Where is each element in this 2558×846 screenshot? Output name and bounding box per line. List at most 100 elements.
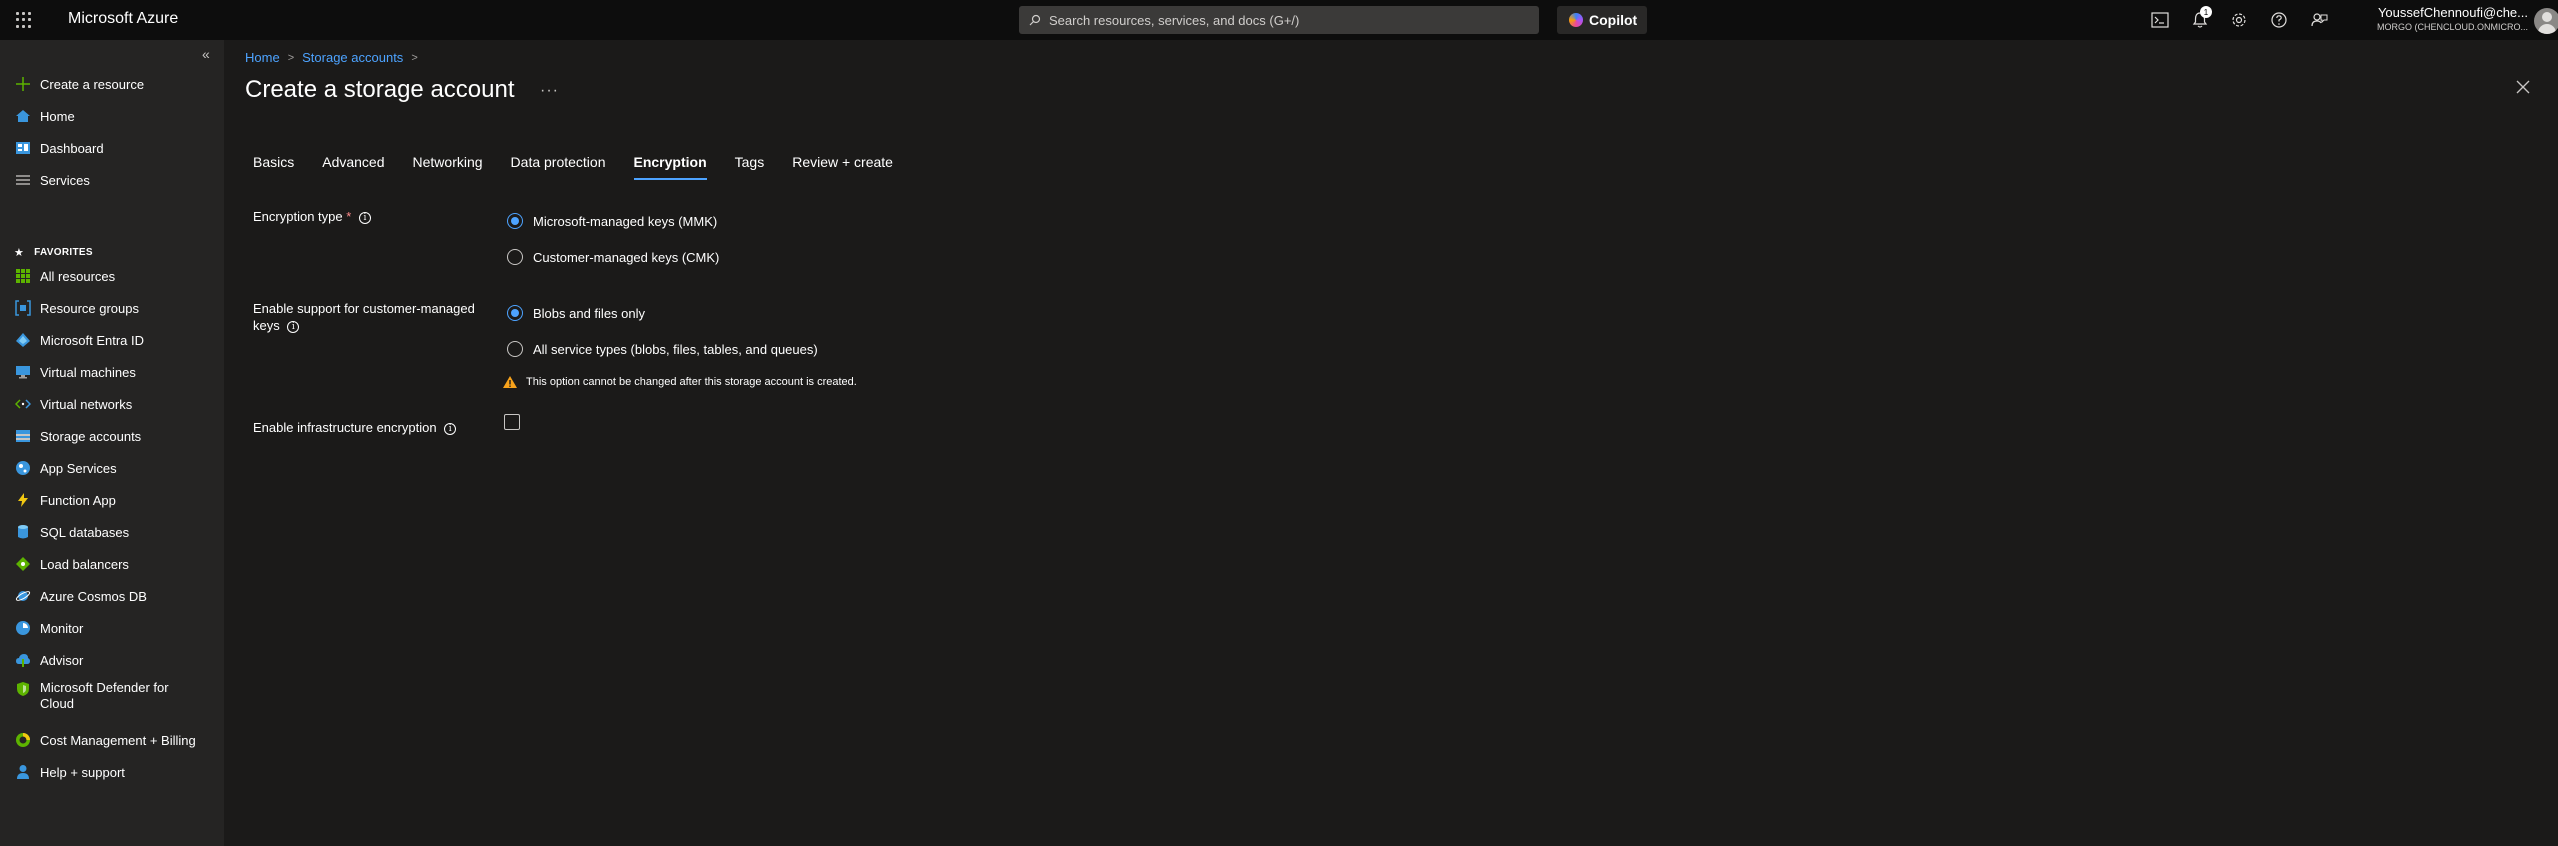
sidebar-item-function-app[interactable]: Function App xyxy=(0,484,224,516)
breadcrumb-home-link[interactable]: Home xyxy=(245,50,280,65)
app-launcher-icon[interactable] xyxy=(16,12,32,28)
defender-icon xyxy=(14,680,32,698)
sql-databases-icon xyxy=(14,523,32,541)
sidebar-item-monitor[interactable]: Monitor xyxy=(0,612,224,644)
radio-button-selected[interactable] xyxy=(507,305,523,321)
chevron-right-icon: > xyxy=(411,51,418,64)
sidebar-item-storage-accounts[interactable]: Storage accounts xyxy=(0,420,224,452)
sidebar-item-create-resource[interactable]: Create a resource xyxy=(0,68,224,100)
tab-data-protection[interactable]: Data protection xyxy=(503,150,614,182)
tab-review-create[interactable]: Review + create xyxy=(784,150,901,182)
tab-tags[interactable]: Tags xyxy=(727,150,773,182)
sidebar-item-label: Microsoft Entra ID xyxy=(40,332,145,348)
warning-text: This option cannot be changed after this… xyxy=(526,376,857,388)
sidebar-item-help-support[interactable]: Help + support xyxy=(0,756,224,788)
sidebar-item-label: Microsoft Defender for Cloud xyxy=(40,680,169,711)
cmk-support-label-line1: Enable support for customer-managed xyxy=(253,301,475,316)
info-icon[interactable]: i xyxy=(444,422,457,435)
main-content: Home > Storage accounts > Create a stora… xyxy=(224,40,2558,846)
radio-all-services-label: All service types (blobs, files, tables,… xyxy=(533,341,818,357)
radio-button[interactable] xyxy=(507,249,523,265)
sidebar-item-resource-groups[interactable]: Resource groups xyxy=(0,292,224,324)
copilot-button[interactable]: Copilot xyxy=(1557,6,1647,34)
sidebar-item-load-balancers[interactable]: Load balancers xyxy=(0,548,224,580)
sidebar-item-defender[interactable]: Microsoft Defender for Cloud xyxy=(0,676,224,716)
virtual-networks-icon xyxy=(14,395,32,413)
sidebar-item-label: Load balancers xyxy=(40,556,129,572)
sidebar-item-app-services[interactable]: App Services xyxy=(0,452,224,484)
radio-blobs-files-label: Blobs and files only xyxy=(533,305,646,321)
sidebar-item-sql-databases[interactable]: SQL databases xyxy=(0,516,224,548)
breadcrumb: Home > Storage accounts > xyxy=(245,50,426,65)
radio-cmk-label: Customer-managed keys (CMK) xyxy=(533,249,720,265)
copilot-label: Copilot xyxy=(1589,12,1638,28)
encryption-type-label: Encryption type * i xyxy=(253,208,371,225)
info-icon[interactable]: i xyxy=(287,320,300,333)
load-balancers-icon xyxy=(14,555,32,573)
breadcrumb-storage-accounts-link[interactable]: Storage accounts xyxy=(302,50,403,65)
tab-advanced[interactable]: Advanced xyxy=(314,150,392,182)
account-tenant: MORGO (CHENCLOUD.ONMICRO... xyxy=(2376,22,2528,32)
sidebar-item-home[interactable]: Home xyxy=(0,100,224,132)
close-icon[interactable] xyxy=(2516,80,2536,100)
monitor-icon xyxy=(14,619,32,637)
sidebar-item-cosmos-db[interactable]: Azure Cosmos DB xyxy=(0,580,224,612)
sidebar-item-label: Resource groups xyxy=(40,300,139,316)
settings-gear-icon[interactable] xyxy=(2229,10,2249,30)
tab-basics[interactable]: Basics xyxy=(245,150,302,182)
tab-encryption[interactable]: Encryption xyxy=(626,150,715,182)
info-icon[interactable]: i xyxy=(358,211,371,224)
feedback-icon[interactable] xyxy=(2309,10,2329,30)
avatar[interactable] xyxy=(2534,8,2558,34)
radio-all-service-types[interactable]: All service types (blobs, files, tables,… xyxy=(507,341,818,357)
cmk-support-label: Enable support for customer-managed keys… xyxy=(253,300,475,334)
sidebar-item-cost-management[interactable]: Cost Management + Billing xyxy=(0,724,224,756)
account-menu[interactable]: YoussefChennoufi@che... MORGO (CHENCLOUD… xyxy=(2360,6,2528,32)
portal-brand[interactable]: Microsoft Azure xyxy=(68,10,178,28)
sidebar-item-label: Help + support xyxy=(40,764,125,780)
favorites-heading: ★ FAVORITES xyxy=(14,246,93,259)
search-icon xyxy=(1029,14,1041,26)
radio-button-selected[interactable] xyxy=(507,213,523,229)
radio-mmk-label: Microsoft-managed keys (MMK) xyxy=(533,213,718,229)
sidebar-item-entra-id[interactable]: Microsoft Entra ID xyxy=(0,324,224,356)
cosmos-db-icon xyxy=(14,587,32,605)
services-list-icon xyxy=(14,171,32,189)
sidebar-item-all-resources[interactable]: All resources xyxy=(0,260,224,292)
sidebar-item-label: Monitor xyxy=(40,620,84,636)
sidebar-item-virtual-machines[interactable]: Virtual machines xyxy=(0,356,224,388)
radio-mmk[interactable]: Microsoft-managed keys (MMK) xyxy=(507,213,717,229)
sidebar-item-label: App Services xyxy=(40,460,117,476)
radio-cmk[interactable]: Customer-managed keys (CMK) xyxy=(507,249,719,265)
function-app-icon xyxy=(14,491,32,509)
sidebar-item-label: Services xyxy=(40,172,90,188)
radio-button[interactable] xyxy=(507,341,523,357)
chevron-right-icon: > xyxy=(287,51,295,64)
collapse-sidebar-icon[interactable]: « xyxy=(202,46,210,62)
top-bar: Microsoft Azure Search resources, servic… xyxy=(0,0,2558,40)
sidebar-item-dashboard[interactable]: Dashboard xyxy=(0,132,224,164)
sidebar-item-virtual-networks[interactable]: Virtual networks xyxy=(0,388,224,420)
sidebar-item-services[interactable]: Services xyxy=(0,164,224,196)
more-options-icon[interactable]: ··· xyxy=(540,82,559,100)
sidebar-item-label: All resources xyxy=(40,268,116,284)
search-placeholder: Search resources, services, and docs (G+… xyxy=(1049,12,1300,28)
app-services-icon xyxy=(14,459,32,477)
sidebar-item-label: Cost Management + Billing xyxy=(40,732,196,748)
notification-count-badge: 1 xyxy=(2200,6,2212,18)
left-sidebar: « Create a resource Home Dashboard Servi… xyxy=(0,40,224,846)
tab-networking[interactable]: Networking xyxy=(405,150,491,182)
infra-encryption-checkbox[interactable] xyxy=(504,414,520,430)
infra-encryption-label: Enable infrastructure encryption i xyxy=(253,419,457,436)
plus-icon xyxy=(14,75,32,93)
cost-management-icon xyxy=(14,731,32,749)
radio-blobs-files-only[interactable]: Blobs and files only xyxy=(507,305,645,321)
sidebar-item-label: Advisor xyxy=(40,652,84,668)
sidebar-item-advisor[interactable]: Advisor xyxy=(0,644,224,676)
notifications-bell-icon[interactable]: 1 xyxy=(2190,6,2212,30)
resource-groups-icon xyxy=(14,299,32,317)
global-search-input[interactable]: Search resources, services, and docs (G+… xyxy=(1019,6,1539,34)
help-question-icon[interactable] xyxy=(2269,10,2289,30)
sidebar-item-label: Azure Cosmos DB xyxy=(40,588,147,604)
cloud-shell-icon[interactable] xyxy=(2150,10,2170,30)
